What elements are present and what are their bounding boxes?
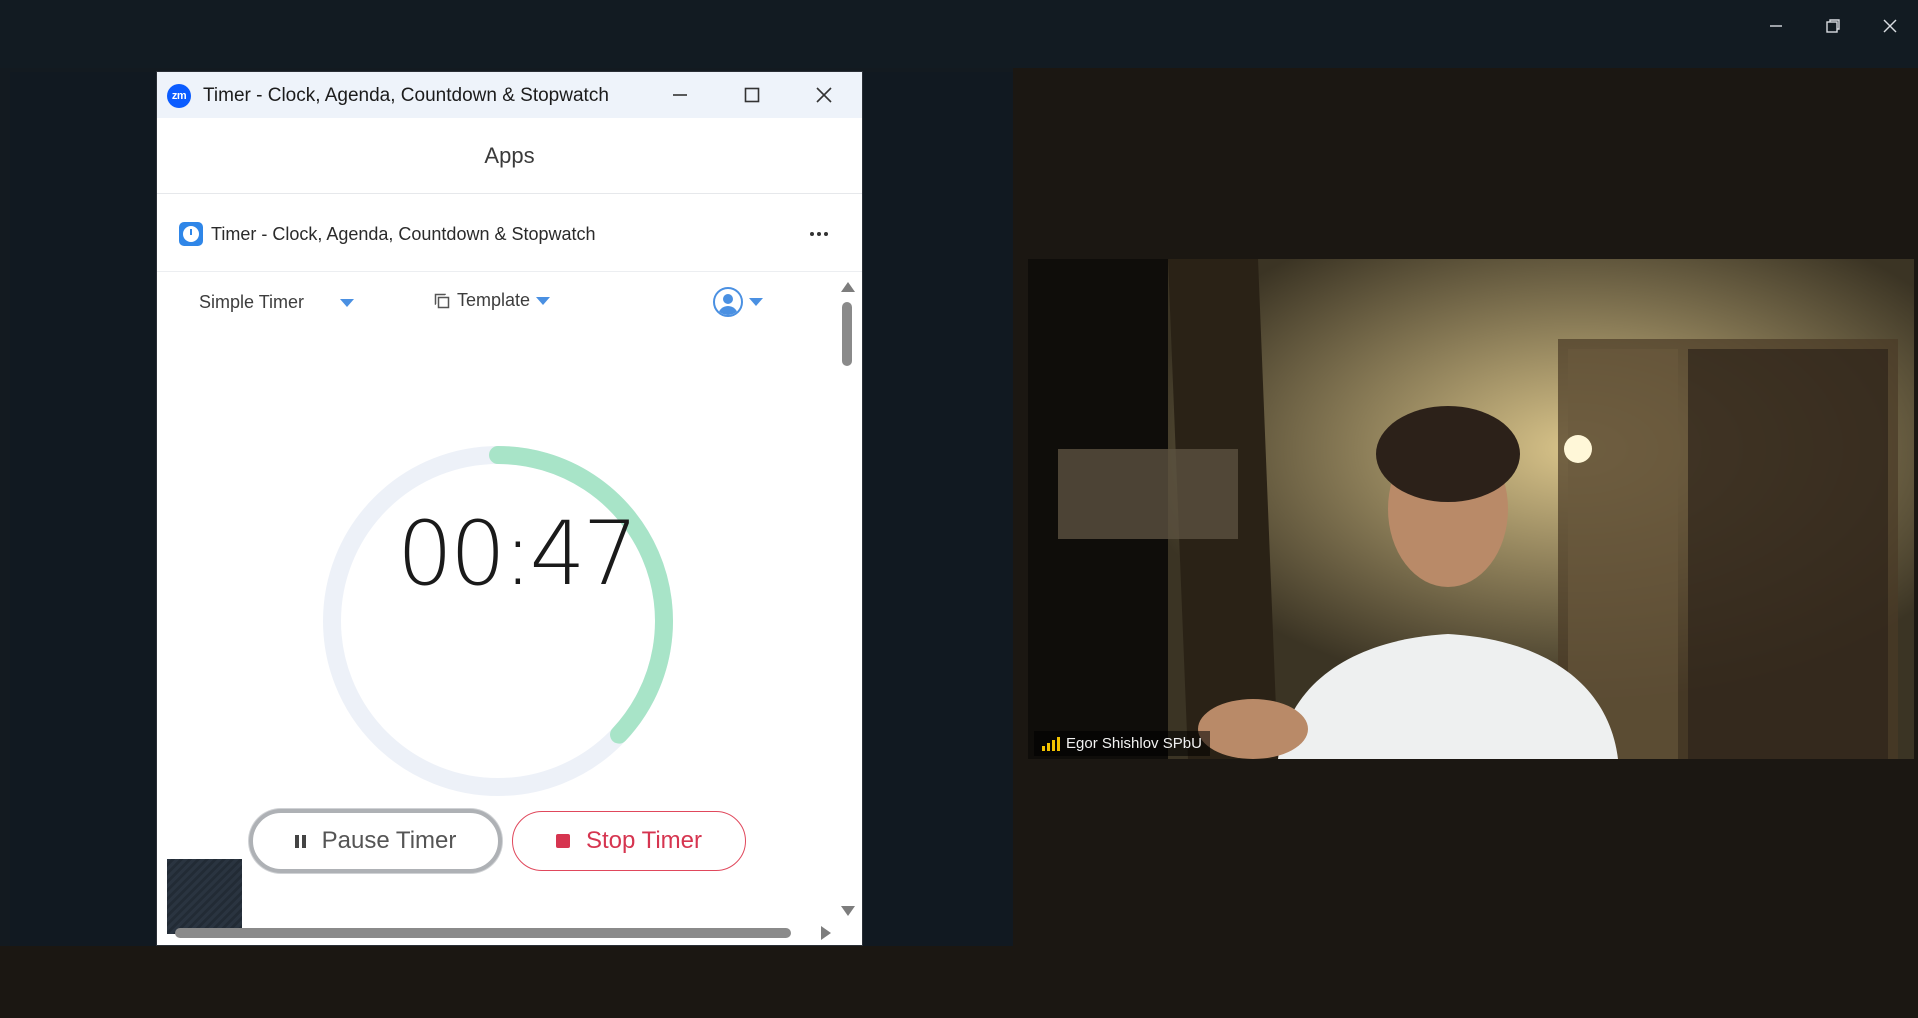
vertical-scroll-thumb[interactable] bbox=[842, 302, 852, 366]
participant-name: Egor Shishlov SPbU bbox=[1066, 735, 1202, 752]
restore-icon[interactable] bbox=[1813, 12, 1853, 40]
participant-name-tag: Egor Shishlov SPbU bbox=[1034, 731, 1210, 756]
more-options-icon[interactable] bbox=[804, 222, 834, 246]
stop-icon bbox=[555, 834, 570, 848]
timer-app-icon bbox=[179, 222, 203, 246]
pause-timer-label: Pause Timer bbox=[321, 827, 457, 854]
copy-icon bbox=[434, 293, 450, 308]
stop-timer-label: Stop Timer bbox=[585, 827, 703, 854]
zoom-logo-icon: zm bbox=[167, 84, 191, 108]
popup-title: Timer - Clock, Agenda, Countdown & Stopw… bbox=[203, 85, 609, 106]
template-dropdown[interactable]: Template bbox=[433, 290, 551, 311]
scroll-down-icon[interactable] bbox=[841, 906, 855, 916]
user-menu[interactable] bbox=[713, 287, 763, 317]
popup-maximize-icon[interactable] bbox=[737, 81, 767, 109]
mode-dropdown[interactable]: Simple Timer bbox=[199, 292, 304, 313]
horizontal-scrollbar[interactable] bbox=[167, 922, 835, 942]
close-icon[interactable] bbox=[1870, 12, 1910, 40]
stop-timer-button[interactable]: Stop Timer bbox=[512, 811, 746, 871]
timer-app-window: zm Timer - Clock, Agenda, Countdown & St… bbox=[156, 71, 863, 946]
apps-header: Apps bbox=[157, 118, 862, 194]
minimize-icon[interactable] bbox=[1756, 12, 1796, 40]
video-frame bbox=[1028, 259, 1914, 759]
horizontal-scroll-thumb[interactable] bbox=[175, 928, 791, 938]
app-name: Timer - Clock, Agenda, Countdown & Stopw… bbox=[211, 224, 596, 244]
mode-chevron-down-icon[interactable] bbox=[340, 299, 354, 307]
popup-minimize-icon[interactable] bbox=[665, 81, 695, 109]
popup-close-icon[interactable] bbox=[809, 81, 839, 109]
apps-title: Apps bbox=[484, 142, 535, 168]
participant-video[interactable]: Egor Shishlov SPbU bbox=[1028, 259, 1914, 759]
template-chevron-down-icon bbox=[536, 296, 551, 305]
user-avatar-icon bbox=[713, 287, 743, 317]
scroll-up-icon[interactable] bbox=[841, 282, 855, 292]
bottom-strip bbox=[0, 946, 1013, 1018]
timer-display: 00:47 bbox=[397, 502, 639, 605]
timer-controls-row: Simple Timer Template bbox=[157, 272, 837, 332]
vertical-scrollbar[interactable] bbox=[839, 278, 855, 923]
popup-title-bar: zm Timer - Clock, Agenda, Countdown & St… bbox=[157, 72, 862, 118]
scroll-right-icon[interactable] bbox=[821, 926, 831, 940]
user-chevron-down-icon bbox=[749, 298, 763, 306]
meeting-window: zm Timer - Clock, Agenda, Countdown & St… bbox=[0, 0, 1918, 1018]
pause-icon bbox=[294, 834, 306, 848]
app-row: Timer - Clock, Agenda, Countdown & Stopw… bbox=[157, 194, 862, 272]
pause-timer-button[interactable]: Pause Timer bbox=[249, 809, 502, 873]
window-title-bar bbox=[0, 0, 1918, 68]
template-label: Template bbox=[457, 290, 531, 310]
signal-strength-icon bbox=[1042, 736, 1060, 751]
